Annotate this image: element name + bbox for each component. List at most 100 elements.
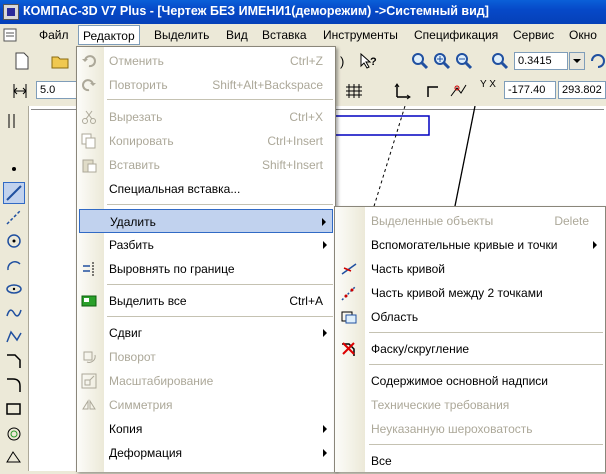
polyline-tool-icon[interactable] [3,326,25,348]
menu-tools[interactable]: Инструменты [323,27,398,43]
local-cs-icon[interactable] [392,81,412,101]
submenu-item-title-block[interactable]: Содержимое основной надписи [335,369,605,393]
compact-toolbar [0,106,29,471]
grid-icon[interactable] [344,81,364,101]
rectangle-tool-icon[interactable] [3,398,25,420]
chamfer-icon [341,341,357,357]
delete-submenu: Выделенные объекты Delete Вспомогательны… [334,206,606,472]
menu-item-split[interactable]: Разбить [77,233,335,257]
coord-y-field[interactable]: 293.802 [558,81,606,99]
zoom-dropdown-button[interactable] [569,52,585,70]
align-boundary-icon [81,261,97,277]
menu-separator [107,99,333,100]
menu-window[interactable]: Окно [569,27,597,43]
zoom-out-icon[interactable] [454,51,474,71]
menu-item-deformation[interactable]: Деформация [77,441,335,465]
menu-separator [369,332,603,333]
orthogonal-mode-icon[interactable] [424,81,444,101]
cursor-step-field[interactable]: 5.0 [36,81,80,99]
spline-tool-icon[interactable] [3,302,25,324]
submenu-item-roughness[interactable]: Неуказанную шероховатость [335,417,605,441]
menu-view[interactable]: Вид [226,27,248,43]
step-cursor-icon[interactable] [10,81,30,101]
menu-separator [107,284,333,285]
symmetry-icon [81,397,97,413]
circle-tool-icon[interactable] [3,230,25,252]
refresh-view-icon[interactable] [588,51,606,71]
menu-item-delete[interactable]: Удалить [79,209,333,233]
undo-icon [81,53,97,69]
open-folder-icon[interactable] [50,51,70,71]
menu-insert[interactable]: Вставка [262,27,307,43]
segment-tool-icon[interactable] [3,182,25,204]
kompas-app-icon[interactable] [3,4,19,20]
submenu-item-curve-between-points[interactable]: Часть кривой между 2 точками [335,281,605,305]
submenu-item-selected-objects[interactable]: Выделенные объекты Delete [335,209,605,233]
geometry-tool-icon[interactable] [3,110,25,132]
submenu-arrow-icon [322,218,326,226]
submenu-item-auxiliary-curves[interactable]: Вспомогательные кривые и точки [335,233,605,257]
editor-menu: Отменить Ctrl+Z Повторить Shift+Alt+Back… [76,46,336,472]
zoom-window-icon[interactable] [410,51,430,71]
menu-bar: Файл Редактор Выделить Вид Вставка Инстр… [0,24,606,46]
arc-tool-icon[interactable] [3,254,25,276]
svg-text:): ) [340,54,344,69]
submenu-arrow-icon [323,449,327,457]
equidistant-tool-icon[interactable] [3,422,25,444]
point-tool-icon[interactable] [3,158,25,180]
redo-icon [81,77,97,93]
menu-specification[interactable]: Спецификация [414,27,498,43]
menu-item-undo[interactable]: Отменить Ctrl+Z [77,49,335,73]
menu-service[interactable]: Сервис [513,27,554,43]
auxiliary-line-icon[interactable] [3,206,25,228]
curve-part-icon [341,261,357,277]
zoom-scale-icon[interactable] [490,51,510,71]
submenu-item-curve-part[interactable]: Часть кривой [335,257,605,281]
submenu-item-all[interactable]: Все [335,449,605,473]
menu-item-scale[interactable]: Масштабирование [77,369,335,393]
menu-item-rotate[interactable]: Поворот [77,345,335,369]
submenu-arrow-icon [323,241,327,249]
menu-item-paste[interactable]: Вставить Shift+Insert [77,153,335,177]
zoom-scale-field[interactable]: 0.3415 [514,52,568,70]
coordinates-label: Y X [480,79,496,90]
submenu-arrow-icon [593,241,597,249]
menu-item-symmetry[interactable]: Симметрия [77,393,335,417]
curve-between-points-icon [341,285,357,301]
title-bar: КОМПАС-3D V7 Plus - [Чертеж БЕЗ ИМЕНИ1(д… [0,0,606,24]
ellipse-tool-icon[interactable] [3,278,25,300]
menu-item-copy-submenu[interactable]: Копия [77,417,335,441]
zoom-in-icon[interactable] [432,51,452,71]
paste-icon [81,157,97,173]
menu-select[interactable]: Выделить [154,27,209,43]
rotate-icon [81,349,97,365]
menu-item-copy[interactable]: Копировать Ctrl+Insert [77,129,335,153]
menu-item-redo[interactable]: Повторить Shift+Alt+Backspace [77,73,335,97]
document-menu-icon[interactable] [3,28,17,42]
chamfer-tool-icon[interactable] [3,350,25,372]
submenu-arrow-icon [323,425,327,433]
submenu-item-tech-requirements[interactable]: Технические требования [335,393,605,417]
menu-item-select-all[interactable]: Выделить все Ctrl+A [77,289,335,313]
new-document-icon[interactable] [12,51,32,71]
menu-item-align-boundary[interactable]: Выровнять по границе [77,257,335,281]
snaps-icon[interactable] [448,81,468,101]
menu-file[interactable]: Файл [39,27,69,43]
coord-x-field[interactable]: -177.40 [504,81,556,99]
fillet-tool-icon[interactable] [3,374,25,396]
cut-icon [81,109,97,125]
menu-editor[interactable]: Редактор [78,25,140,45]
select-all-icon [81,293,97,309]
contour-tool-icon[interactable] [3,446,25,468]
submenu-item-area[interactable]: Область [335,305,605,329]
cursor-tool-icon[interactable]: ) [338,51,358,71]
submenu-arrow-icon [323,329,327,337]
menu-item-shift[interactable]: Сдвиг [77,321,335,345]
menu-item-paste-special[interactable]: Специальная вставка... [77,177,335,201]
scale-icon [81,373,97,389]
menu-item-cut[interactable]: Вырезать Ctrl+X [77,105,335,129]
menu-separator [369,444,603,445]
svg-text:?: ? [370,56,377,68]
submenu-item-chamfer-fillet[interactable]: Фаску/скругление [335,337,605,361]
help-pointer-icon[interactable]: ? [358,51,378,71]
